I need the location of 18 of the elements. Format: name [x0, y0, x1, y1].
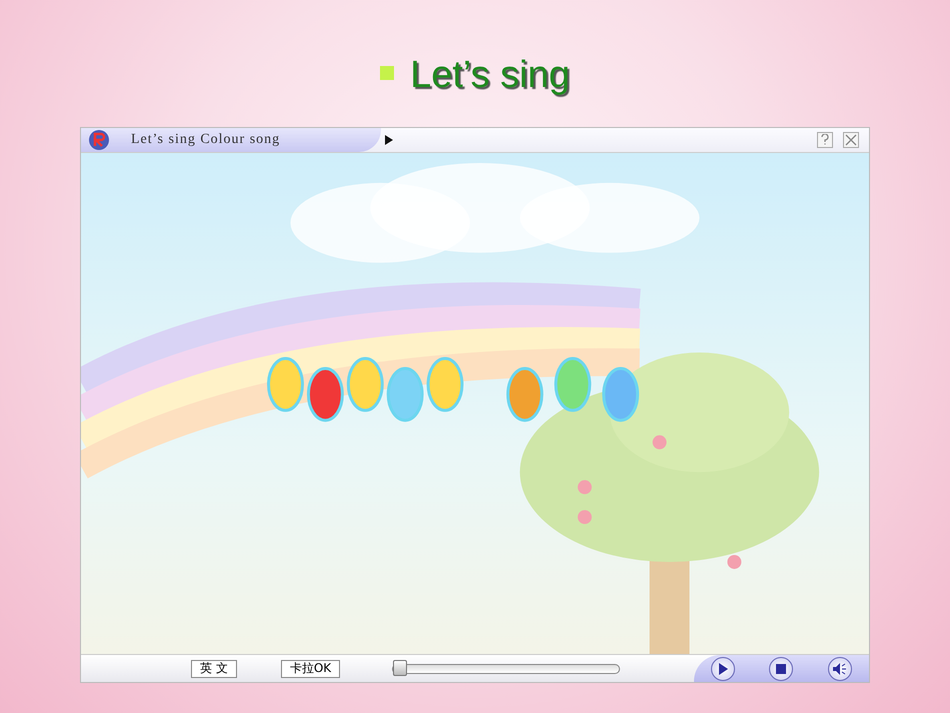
mode-button[interactable]: 英 文	[191, 660, 237, 678]
logo-icon	[87, 128, 111, 151]
slide-heading: Let’s sing	[410, 56, 570, 94]
play-button[interactable]	[711, 656, 736, 681]
close-icon	[845, 134, 857, 146]
question-mark-icon	[821, 134, 829, 146]
volume-button[interactable]	[828, 656, 852, 681]
stop-icon	[776, 664, 786, 674]
stop-button[interactable]	[769, 656, 794, 681]
play-icon[interactable]	[385, 134, 393, 145]
bullet-icon	[380, 66, 394, 80]
close-button[interactable]	[843, 132, 859, 148]
speaker-icon	[832, 662, 847, 675]
help-button[interactable]	[817, 132, 833, 148]
mode-button[interactable]: 卡拉OK	[280, 660, 340, 678]
window-title: Let’s sing Colour song	[131, 132, 280, 148]
progress-thumb[interactable]	[393, 660, 408, 676]
play-icon	[718, 662, 728, 675]
